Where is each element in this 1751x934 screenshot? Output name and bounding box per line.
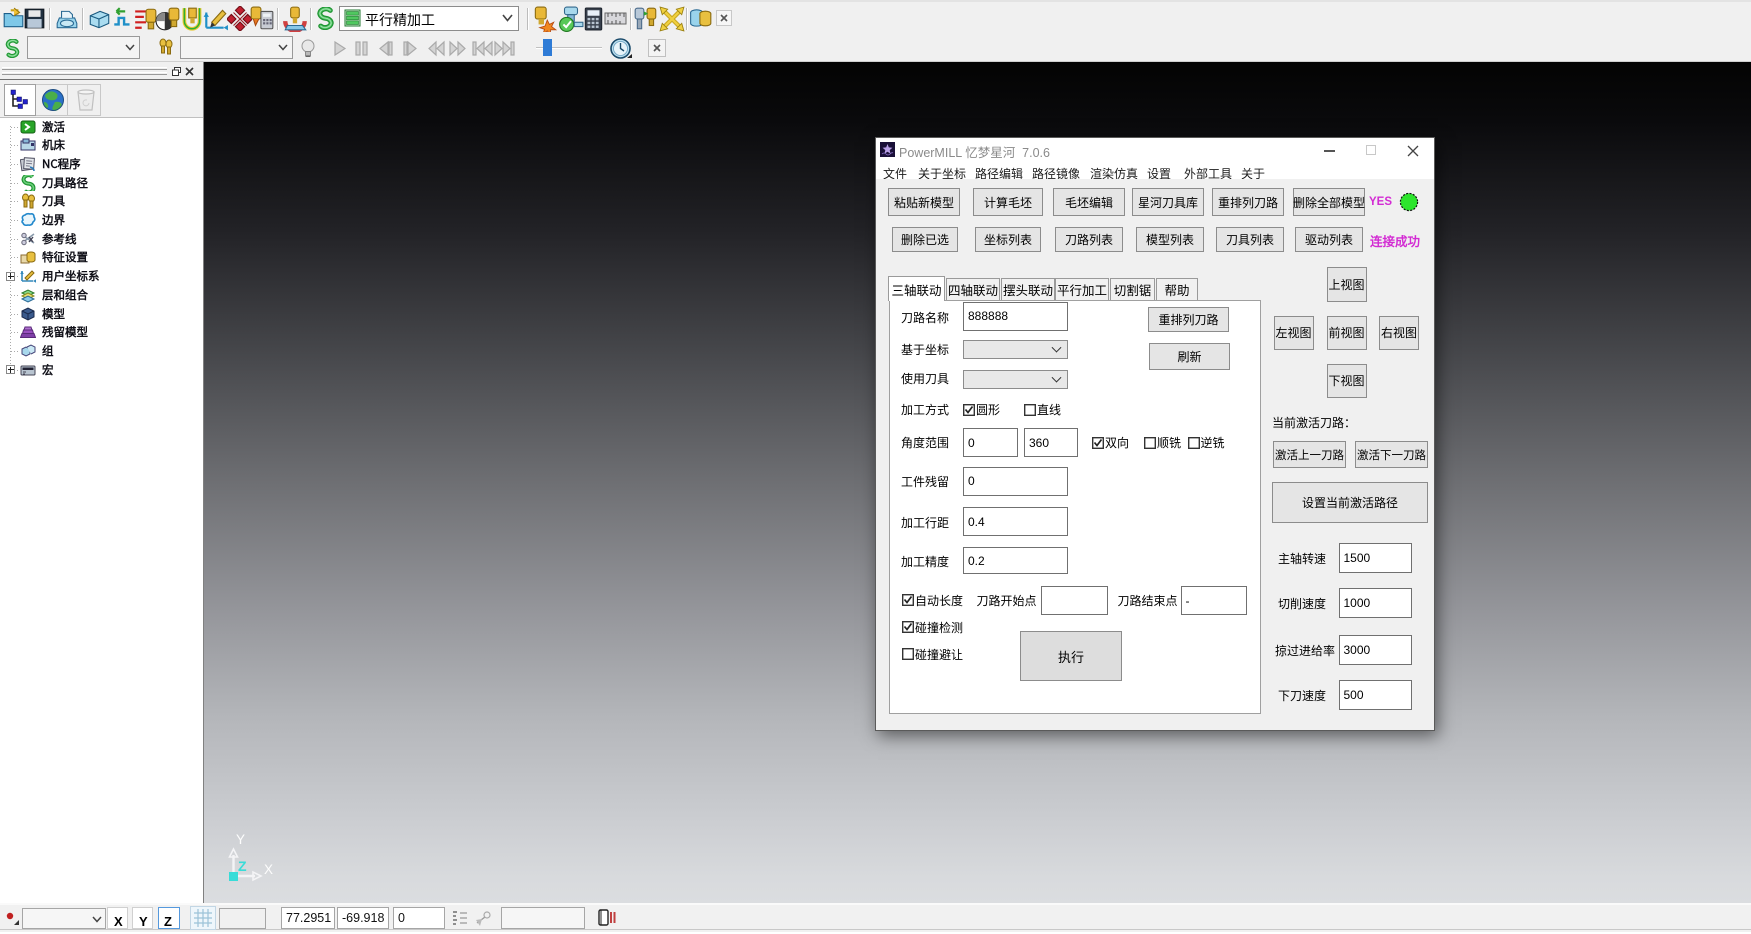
svg-text:Z: Z (238, 858, 247, 874)
svg-text:X: X (264, 862, 273, 877)
svg-text:Y: Y (236, 832, 245, 847)
